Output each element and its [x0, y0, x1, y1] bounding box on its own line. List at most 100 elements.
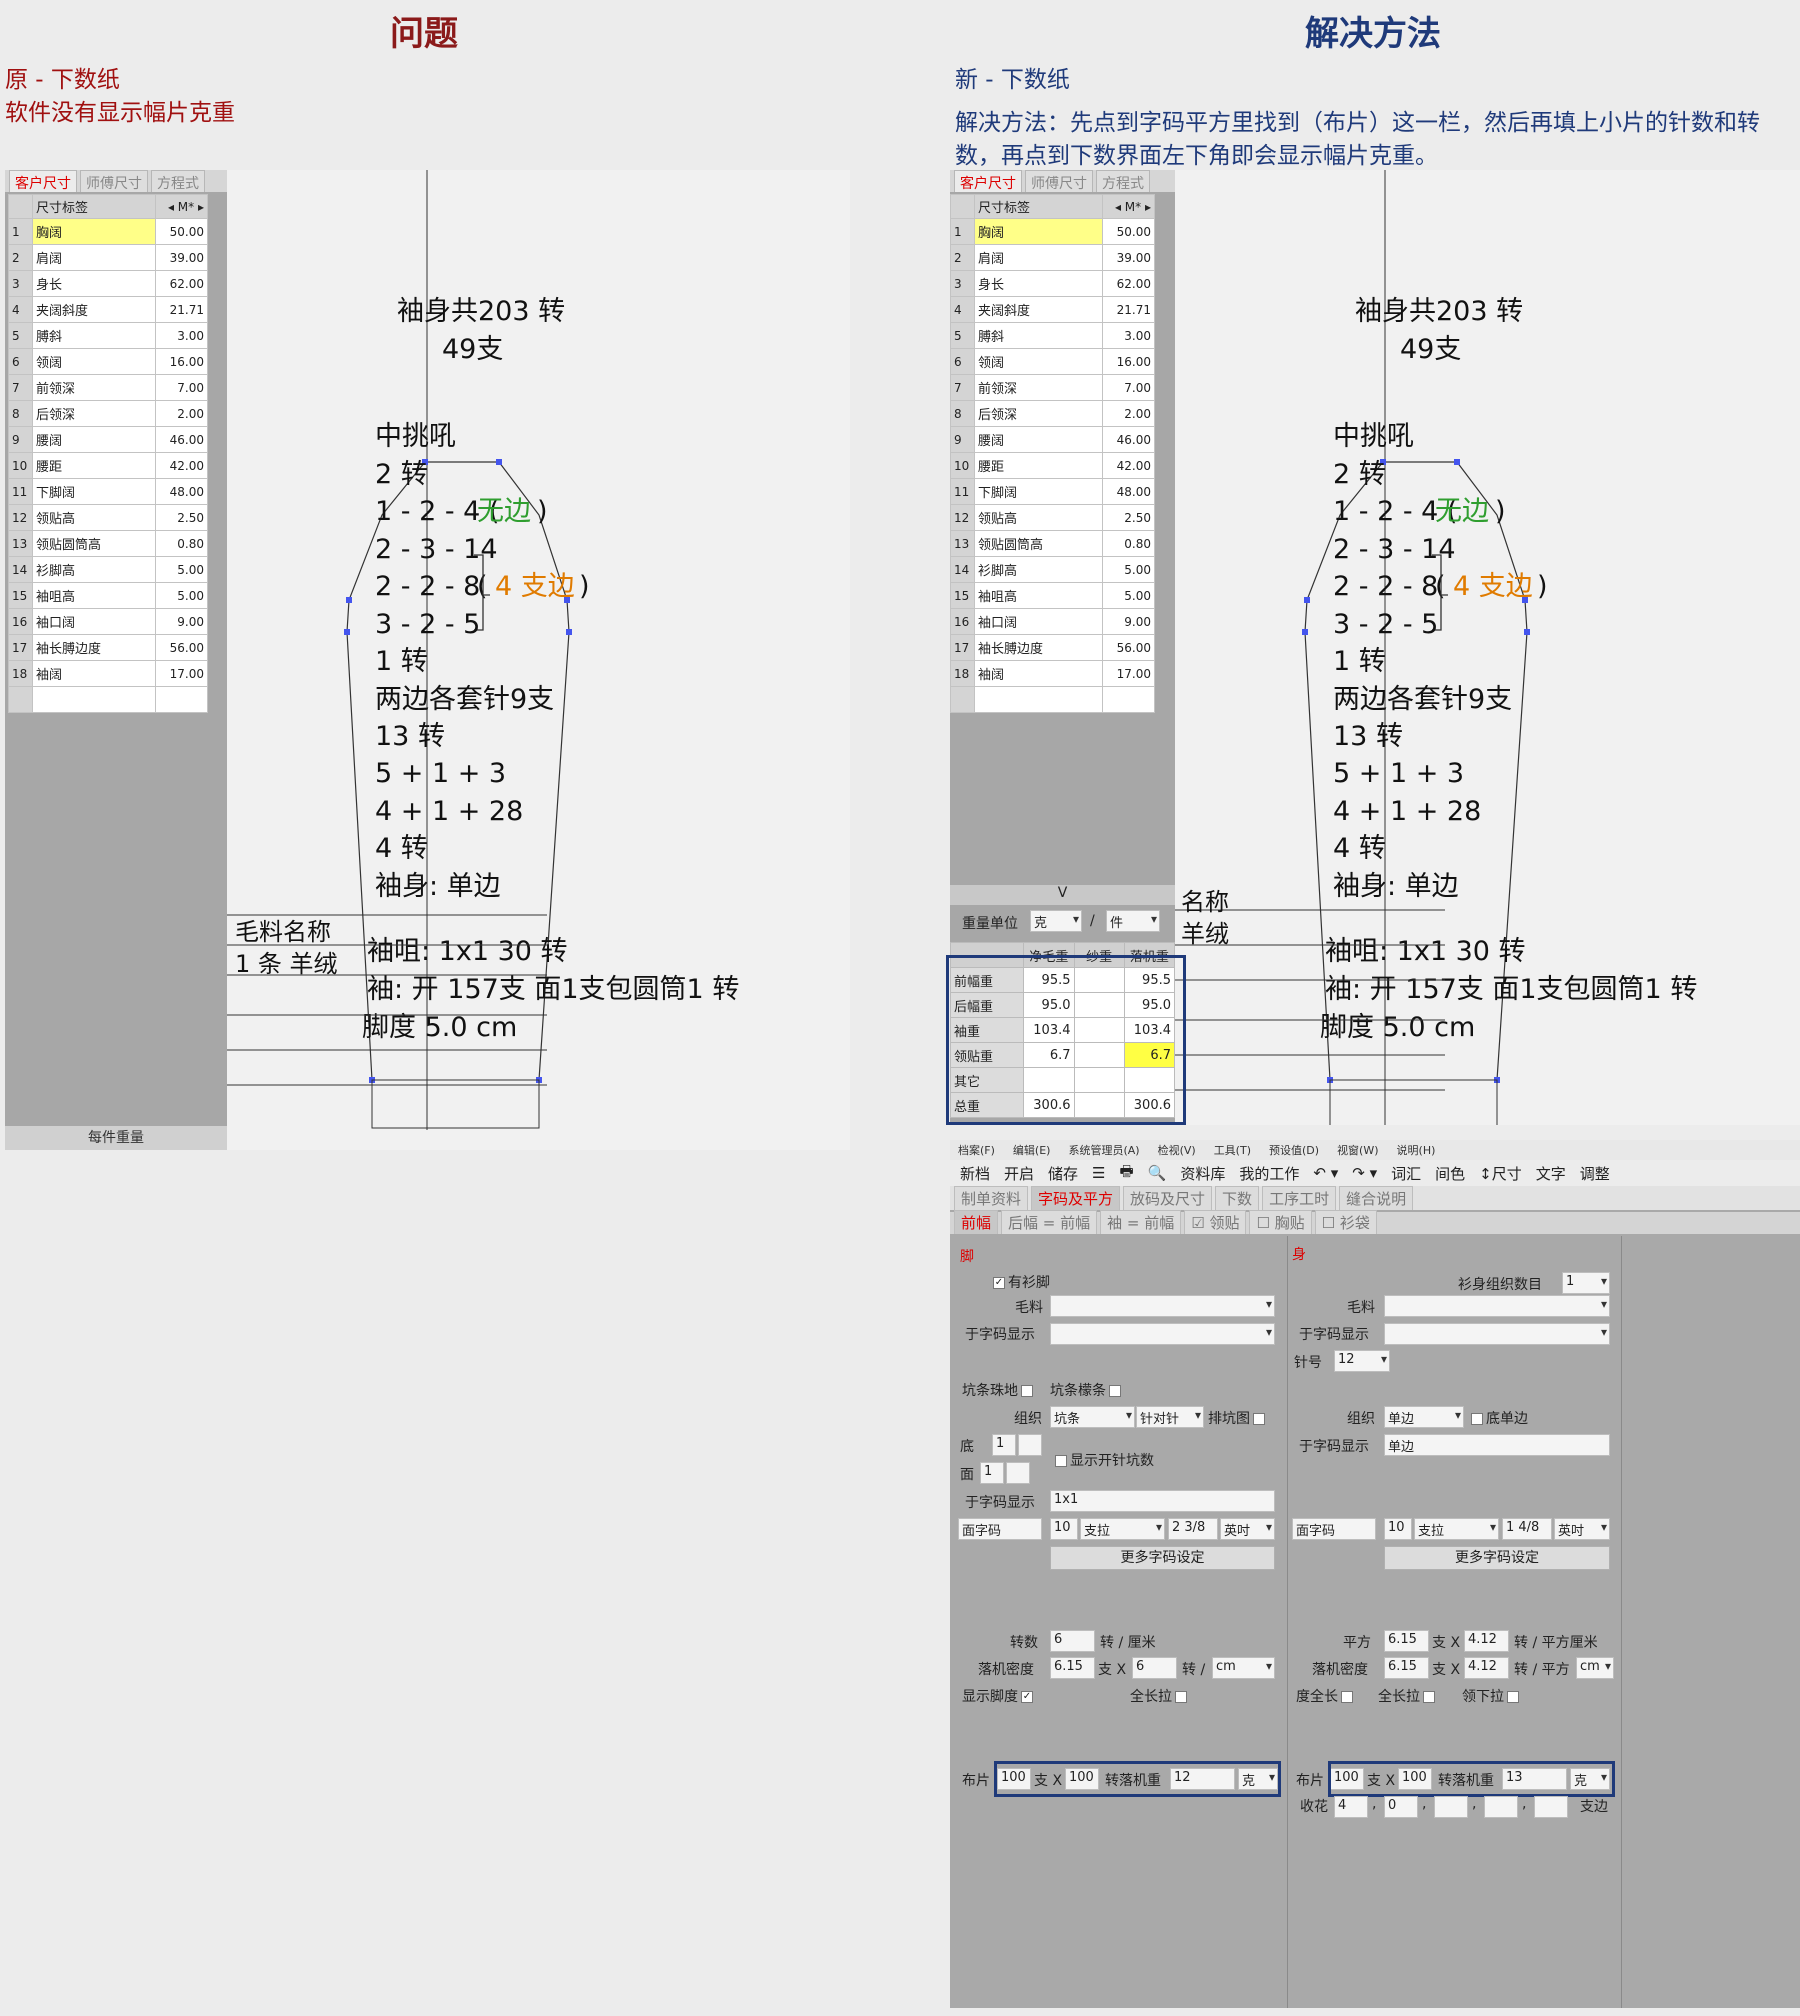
- has-foot-checkbox[interactable]: ✓ 有衫脚: [990, 1272, 1050, 1292]
- size-row[interactable]: 12 领贴高 2.50: [8, 504, 208, 531]
- foot-fc4[interactable]: 英吋: [1220, 1518, 1275, 1540]
- size-row-value[interactable]: 42.00: [155, 452, 208, 479]
- square-2[interactable]: 4.12: [1464, 1630, 1509, 1652]
- size-row[interactable]: 6 领阔 16.00: [950, 348, 1155, 375]
- size-row[interactable]: 8 后领深 2.00: [8, 400, 208, 427]
- size-row-value[interactable]: 56.00: [1102, 634, 1155, 661]
- size-row[interactable]: 3 身长 62.00: [8, 270, 208, 297]
- size-row-value[interactable]: 7.00: [1102, 374, 1155, 401]
- main-tab[interactable]: 缝合说明: [1339, 1186, 1414, 1210]
- size-row-value[interactable]: 2.50: [155, 504, 208, 531]
- foot-full-length-checkbox[interactable]: 全长拉: [1130, 1686, 1190, 1706]
- neck-down-checkbox[interactable]: 领下拉: [1462, 1686, 1522, 1706]
- square-1[interactable]: 6.15: [1384, 1630, 1429, 1652]
- size-row[interactable]: 2 肩阔 39.00: [8, 244, 208, 271]
- foot-drop-1[interactable]: 6.15: [1050, 1657, 1095, 1679]
- size-row[interactable]: 12 领贴高 2.50: [950, 504, 1155, 531]
- shou-1[interactable]: 4: [1334, 1796, 1368, 1818]
- size-row-value[interactable]: 0.80: [1102, 530, 1155, 557]
- toolbar-button[interactable]: 文字: [1536, 1163, 1566, 1184]
- foot-code-value[interactable]: 1x1: [1050, 1490, 1275, 1512]
- size-row[interactable]: 14 衫脚高 5.00: [8, 556, 208, 583]
- menu-item[interactable]: 检视(V): [1158, 1142, 1196, 1158]
- size-row[interactable]: 10 腰距 42.00: [8, 452, 208, 479]
- size-row[interactable]: 13 领贴圆筒高 0.80: [8, 530, 208, 557]
- size-row-value[interactable]: 17.00: [155, 660, 208, 687]
- foot-needle-select[interactable]: 针对针: [1136, 1406, 1204, 1428]
- toolbar-button[interactable]: ☰: [1092, 1164, 1105, 1182]
- size-row[interactable]: 4 夹阔斜度 21.71: [950, 296, 1155, 323]
- size-row[interactable]: 6 领阔 16.00: [8, 348, 208, 375]
- foot-fc3[interactable]: 2 3/8: [1168, 1518, 1218, 1540]
- body-org-select[interactable]: 单边: [1384, 1406, 1464, 1428]
- body-more-code-button[interactable]: 更多字码设定: [1384, 1546, 1610, 1570]
- body-drop-cm[interactable]: cm: [1576, 1657, 1614, 1679]
- foot-more-code-button[interactable]: 更多字码设定: [1050, 1546, 1275, 1570]
- toolbar-button[interactable]: 🔍: [1148, 1164, 1167, 1182]
- rib-chart-checkbox[interactable]: 排坑图: [1208, 1408, 1268, 1428]
- body-fc1[interactable]: 10: [1384, 1518, 1412, 1540]
- menu-item[interactable]: 工具(T): [1214, 1142, 1251, 1158]
- size-row[interactable]: 4 夹阔斜度 21.71: [8, 296, 208, 323]
- tab-formula[interactable]: 方程式: [151, 170, 205, 192]
- size-row-value[interactable]: 50.00: [155, 218, 208, 245]
- main-tab[interactable]: 制单资料: [954, 1186, 1029, 1210]
- toolbar-button[interactable]: 我的工作: [1239, 1163, 1299, 1184]
- size-row[interactable]: 2 肩阔 39.00: [950, 244, 1155, 271]
- body-code-show-select[interactable]: [1384, 1323, 1610, 1345]
- body-yarn-select[interactable]: [1384, 1295, 1610, 1317]
- size-row-value[interactable]: 3.00: [1102, 322, 1155, 349]
- size-row-value[interactable]: 0.80: [155, 530, 208, 557]
- size-row-value[interactable]: 62.00: [1102, 270, 1155, 297]
- size-row[interactable]: 13 领贴圆筒高 0.80: [950, 530, 1155, 557]
- size-row[interactable]: 7 前领深 7.00: [8, 374, 208, 401]
- body-fc2[interactable]: 支拉: [1414, 1518, 1499, 1540]
- shou-3[interactable]: [1434, 1796, 1468, 1818]
- size-row[interactable]: 16 袖口阔 9.00: [950, 608, 1155, 635]
- menu-item[interactable]: 档案(F): [958, 1142, 995, 1158]
- toolbar-button[interactable]: 间色: [1435, 1163, 1465, 1184]
- foot-drop-2[interactable]: 6: [1132, 1657, 1177, 1679]
- face-input-2[interactable]: [1006, 1462, 1030, 1484]
- size-row[interactable]: 3 身长 62.00: [950, 270, 1155, 297]
- menu-item[interactable]: 编辑(E): [1013, 1142, 1051, 1158]
- size-row-value[interactable]: 7.00: [155, 374, 208, 401]
- weight-unit-select[interactable]: 克: [1030, 910, 1082, 932]
- size-row-value[interactable]: 21.71: [155, 296, 208, 323]
- body-drop-2[interactable]: 4.12: [1464, 1657, 1509, 1679]
- toolbar-button[interactable]: 资料库: [1180, 1163, 1225, 1184]
- size-header-unit[interactable]: ◂ M* ▸: [1102, 194, 1155, 219]
- body-drop-1[interactable]: 6.15: [1384, 1657, 1429, 1679]
- bottom-input[interactable]: 1: [992, 1434, 1016, 1456]
- size-row-value[interactable]: 9.00: [1102, 608, 1155, 635]
- size-row-value[interactable]: 39.00: [155, 244, 208, 271]
- foot-drop-cm[interactable]: cm: [1212, 1657, 1275, 1679]
- size-row[interactable]: 5 膊斜 3.00: [8, 322, 208, 349]
- foot-fc1[interactable]: 10: [1050, 1518, 1078, 1540]
- size-row[interactable]: 15 袖咀高 5.00: [950, 582, 1155, 609]
- size-row-value[interactable]: 2.00: [1102, 400, 1155, 427]
- size-row-value[interactable]: 2.00: [155, 400, 208, 427]
- size-row-value[interactable]: 21.71: [1102, 296, 1155, 323]
- body-code-value[interactable]: 单边: [1384, 1434, 1610, 1456]
- size-row[interactable]: 5 膊斜 3.00: [950, 322, 1155, 349]
- sub-tab[interactable]: ☐ 胸贴: [1249, 1210, 1312, 1234]
- size-row[interactable]: 8 后领深 2.00: [950, 400, 1155, 427]
- foot-yarn-select[interactable]: [1050, 1295, 1275, 1317]
- main-tab[interactable]: 下数: [1215, 1186, 1260, 1210]
- sub-tab[interactable]: ☐ 衫袋: [1314, 1210, 1377, 1234]
- foot-code-show-select[interactable]: [1050, 1323, 1275, 1345]
- size-row-value[interactable]: 48.00: [155, 478, 208, 505]
- body-full-checkbox[interactable]: 度全长: [1296, 1686, 1356, 1706]
- menu-item[interactable]: 说明(H): [1397, 1142, 1436, 1158]
- size-row[interactable]: 14 衫脚高 5.00: [950, 556, 1155, 583]
- tab-customer-size[interactable]: 客户尺寸: [9, 170, 77, 192]
- size-row[interactable]: 17 袖长膊边度 56.00: [8, 634, 208, 661]
- show-open-checkbox[interactable]: 显示开针坑数: [1052, 1450, 1154, 1470]
- size-row[interactable]: 11 下脚阔 48.00: [950, 478, 1155, 505]
- size-row-value[interactable]: 48.00: [1102, 478, 1155, 505]
- size-row[interactable]: 11 下脚阔 48.00: [8, 478, 208, 505]
- bottom-input-2[interactable]: [1018, 1434, 1042, 1456]
- size-row-value[interactable]: 16.00: [1102, 348, 1155, 375]
- size-row-value[interactable]: 50.00: [1102, 218, 1155, 245]
